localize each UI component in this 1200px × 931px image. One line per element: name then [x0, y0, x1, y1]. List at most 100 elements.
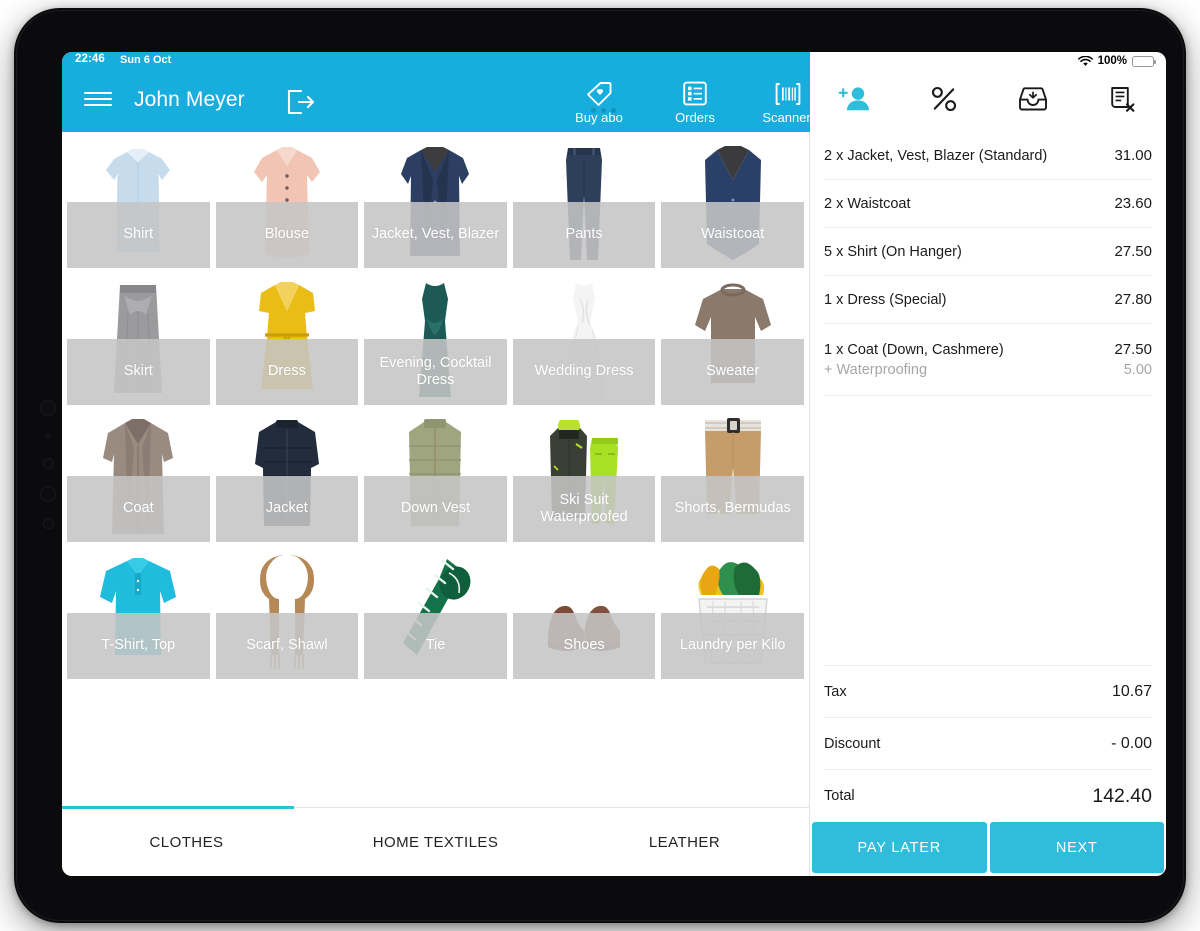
cart-item-price: 31.00 [1114, 147, 1152, 164]
cart-line-item[interactable]: 1 x Coat (Down, Cashmere) 27.50 + Waterp… [824, 324, 1152, 396]
tablet-device-frame: 22:46 Sun 6 Oct 100% John Meyer Buy abo … [14, 8, 1186, 923]
tile-label: Scarf, Shawl [246, 637, 328, 654]
tile-label-bar: Waistcoat [661, 202, 804, 268]
cart-item-name: 2 x Jacket, Vest, Blazer (Standard) [824, 147, 1048, 164]
product-tile-tshirt[interactable]: T-Shirt, Top [64, 547, 213, 684]
logout-icon[interactable] [286, 89, 316, 115]
status-time: 22:46 [75, 53, 105, 65]
cart-items-list: 2 x Jacket, Vest, Blazer (Standard) 31.0… [810, 132, 1166, 396]
tile-label-bar: Coat [67, 476, 210, 542]
tile-label-bar: Ski Suit Waterproofed [512, 476, 656, 542]
product-tile-laundry[interactable]: Laundry per Kilo [658, 547, 807, 684]
add-customer-button[interactable] [810, 70, 899, 132]
app-header-bar: John Meyer Buy abo Orders Scannen [62, 70, 814, 132]
cart-line-item[interactable]: 2 x Waistcoat 23.60 [824, 180, 1152, 228]
tile-label-bar: Skirt [67, 339, 210, 405]
tile-label: Jacket [265, 500, 308, 517]
cart-item-addon-price: 5.00 [1123, 362, 1152, 378]
tab-home-textiles[interactable]: HOME TEXTILES [311, 834, 560, 851]
add-customer-icon [838, 85, 872, 118]
product-tile-dress[interactable]: Dress [213, 273, 362, 410]
discount-button[interactable] [899, 70, 988, 132]
product-tile-shoes[interactable]: Shoes [510, 547, 659, 684]
tile-label-bar: Dress [215, 339, 359, 405]
battery-percentage: 100% [1097, 55, 1127, 67]
speaker-hole [43, 458, 54, 469]
tile-label: Down Vest [400, 500, 471, 517]
cart-line-item[interactable]: 2 x Jacket, Vest, Blazer (Standard) 31.0… [824, 132, 1152, 180]
orders-label: Orders [675, 110, 715, 125]
tile-label-bar: Wedding Dress [512, 339, 656, 405]
product-tile-scarf[interactable]: Scarf, Shawl [213, 547, 362, 684]
product-grid: Shirt Blouse Jacket, Vest, Blazer Pants … [62, 132, 809, 807]
product-tile-ski-suit[interactable]: Ski Suit Waterproofed [510, 410, 659, 547]
status-date: Sun 6 Oct [120, 53, 172, 66]
tile-label: Shirt [123, 226, 154, 243]
inbox-tray-icon [1018, 86, 1048, 117]
tile-label: Waistcoat [701, 226, 765, 243]
product-tile-waistcoat[interactable]: Waistcoat [658, 136, 807, 273]
cart-totals: Tax 10.67 Discount - 0.00 Total 142.40 [810, 666, 1166, 822]
cart-line-item[interactable]: 5 x Shirt (On Hanger) 27.50 [824, 228, 1152, 276]
product-tile-down-vest[interactable]: Down Vest [361, 410, 510, 547]
product-tile-pants[interactable]: Pants [510, 136, 659, 273]
product-tile-evening-dress[interactable]: Evening, Cocktail Dress [361, 273, 510, 410]
wifi-icon [1077, 55, 1093, 67]
product-tile-shorts[interactable]: Shorts, Bermudas [658, 410, 807, 547]
tile-label-bar: Tie [364, 613, 507, 679]
tab-leather[interactable]: LEATHER [560, 834, 809, 851]
hamburger-menu-icon[interactable] [84, 88, 112, 110]
tax-value: 10.67 [1111, 682, 1152, 700]
cart-item-name: 2 x Waistcoat [824, 195, 911, 212]
inbox-button[interactable] [988, 70, 1077, 132]
total-label: Total [824, 788, 855, 804]
product-tile-blouse[interactable]: Blouse [213, 136, 362, 273]
cart-item-price: 27.50 [1114, 243, 1152, 260]
cart-item-main-row: 1 x Coat (Down, Cashmere) 27.50 [824, 341, 1152, 358]
status-bar-left-background [62, 52, 810, 70]
cart-item-addon-row: + Waterproofing 5.00 [824, 362, 1152, 378]
cart-line-item[interactable]: 1 x Dress (Special) 27.80 [824, 276, 1152, 324]
tile-label-bar: Sweater [661, 339, 804, 405]
cart-panel: 2 x Jacket, Vest, Blazer (Standard) 31.0… [810, 132, 1166, 876]
product-tile-sweater[interactable]: Sweater [658, 273, 807, 410]
product-tile-jacket[interactable]: Jacket [213, 410, 362, 547]
orders-button[interactable]: Orders [649, 80, 741, 132]
product-tile-skirt[interactable]: Skirt [64, 273, 213, 410]
buy-abo-button[interactable]: Buy abo [553, 80, 645, 132]
total-row: Total 142.40 [824, 770, 1152, 822]
list-orders-icon [683, 80, 707, 107]
tile-label: Skirt [123, 363, 153, 380]
status-indicators: 100% [1077, 52, 1157, 70]
cart-item-name: 5 x Shirt (On Hanger) [824, 243, 962, 260]
cart-action-buttons: PAY LATER NEXT [810, 822, 1166, 876]
tile-label-bar: T-Shirt, Top [67, 613, 210, 679]
status-bar: 22:46 Sun 6 Oct 100% [62, 52, 1166, 70]
speaker-hole [43, 518, 54, 529]
product-tile-wedding-dress[interactable]: Wedding Dress [510, 273, 659, 410]
panel-divider [809, 132, 810, 876]
tile-label-bar: Scarf, Shawl [215, 613, 359, 679]
tile-label-bar: Shoes [512, 613, 656, 679]
tile-label-bar: Jacket [215, 476, 359, 542]
tile-label: Dress [267, 363, 306, 380]
pay-later-button[interactable]: PAY LATER [812, 822, 987, 873]
product-tile-coat[interactable]: Coat [64, 410, 213, 547]
cart-item-price: 23.60 [1114, 195, 1152, 212]
product-tile-blazer[interactable]: Jacket, Vest, Blazer [361, 136, 510, 273]
page-title: John Meyer [134, 88, 245, 111]
cart-item-name: 1 x Dress (Special) [824, 291, 947, 308]
delete-receipt-button[interactable] [1077, 70, 1166, 132]
discount-row[interactable]: Discount - 0.00 [824, 718, 1152, 770]
tag-heart-icon [586, 80, 612, 107]
tab-clothes[interactable]: CLOTHES [62, 834, 311, 851]
tile-label: Tie [425, 637, 446, 654]
battery-full-icon [1132, 55, 1157, 67]
tile-label: Evening, Cocktail Dress [379, 354, 492, 388]
tile-label: Coat [122, 500, 154, 517]
product-tile-shirt[interactable]: Shirt [64, 136, 213, 273]
tax-label: Tax [824, 683, 847, 700]
tile-label: Ski Suit Waterproofed [540, 491, 628, 525]
next-button[interactable]: NEXT [989, 822, 1164, 873]
product-tile-tie[interactable]: Tie [361, 547, 510, 684]
